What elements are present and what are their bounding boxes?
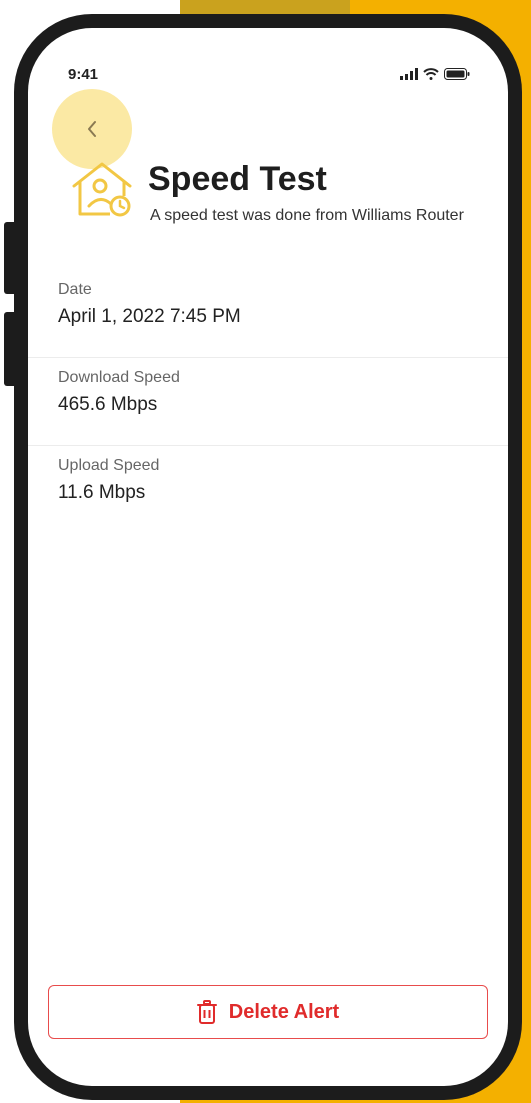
detail-label: Upload Speed xyxy=(58,457,160,474)
house-user-clock-icon xyxy=(72,162,132,217)
cellular-signal-icon xyxy=(400,68,418,80)
trash-icon xyxy=(196,1000,217,1024)
phone-screen: 9:41 Speed Test A speed test was done fr… xyxy=(28,28,508,1086)
details-list: Date April 1, 2022 7:45 PM Download Spee… xyxy=(28,270,508,534)
detail-row-upload-speed: Upload Speed 11.6 Mbps xyxy=(28,446,508,534)
detail-row-date: Date April 1, 2022 7:45 PM xyxy=(28,270,508,358)
page-subtitle: A speed test was done from Williams Rout… xyxy=(150,207,464,224)
phone-side-button xyxy=(4,222,18,294)
delete-alert-button[interactable]: Delete Alert xyxy=(48,985,488,1039)
page-title: Speed Test xyxy=(148,160,327,198)
battery-icon xyxy=(444,68,470,80)
phone-side-button xyxy=(4,312,18,386)
status-time: 9:41 xyxy=(68,65,99,83)
back-button[interactable] xyxy=(52,89,132,169)
detail-label: Date xyxy=(58,281,92,298)
detail-value: April 1, 2022 7:45 PM xyxy=(58,306,241,327)
detail-value: 465.6 Mbps xyxy=(58,394,158,415)
detail-label: Download Speed xyxy=(58,369,180,386)
chevron-left-icon xyxy=(88,121,96,137)
status-bar: 9:41 xyxy=(68,62,470,86)
delete-alert-label: Delete Alert xyxy=(228,1000,340,1023)
wifi-icon xyxy=(423,68,439,80)
status-icons xyxy=(400,68,470,80)
detail-value: 11.6 Mbps xyxy=(58,482,146,503)
phone-frame: 9:41 Speed Test A speed test was done fr… xyxy=(14,14,522,1100)
detail-row-download-speed: Download Speed 465.6 Mbps xyxy=(28,358,508,446)
